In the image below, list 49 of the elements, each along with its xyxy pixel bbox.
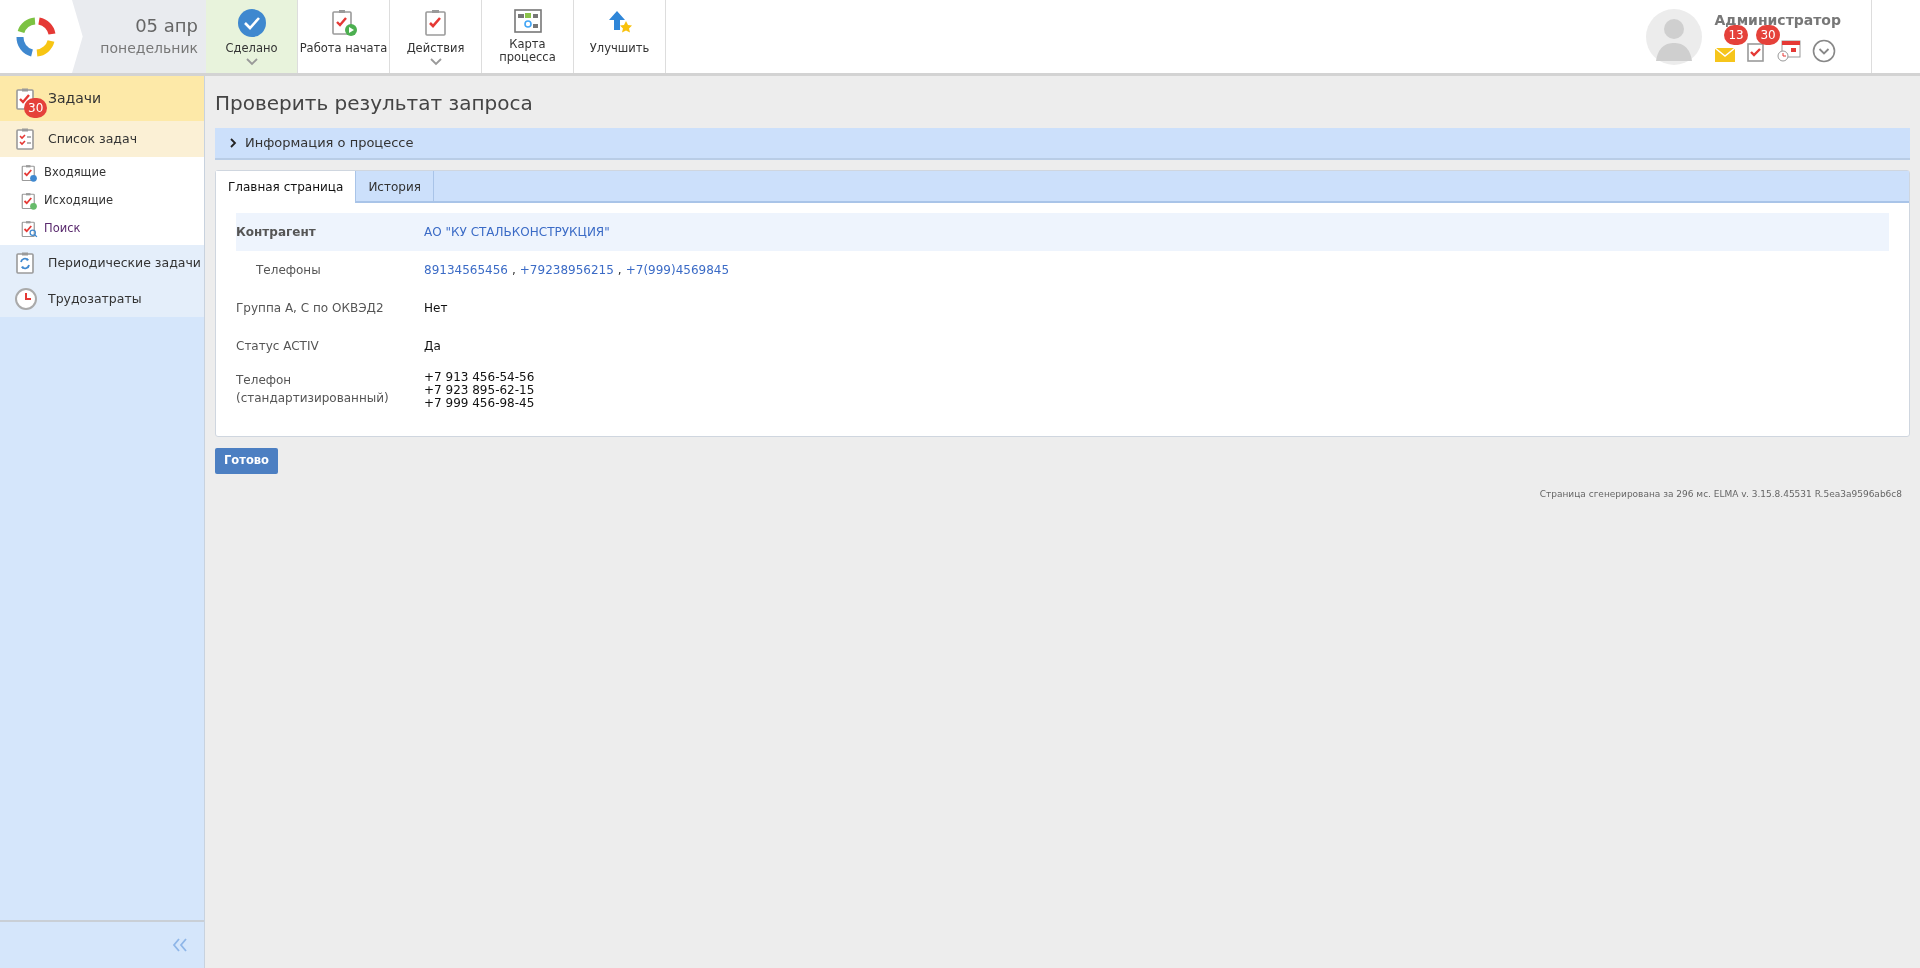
envelope-icon bbox=[1714, 47, 1737, 63]
field-link[interactable]: АО "КУ СТАЛЬКОНСТРУКЦИЯ" bbox=[424, 223, 610, 241]
clipboard-check-icon bbox=[1746, 41, 1767, 63]
chevron-icon bbox=[229, 138, 237, 148]
page-title: Проверить результат запроса bbox=[215, 90, 534, 117]
count-badge: 30 bbox=[1756, 25, 1780, 45]
done-button[interactable]: Готово bbox=[215, 447, 278, 474]
separator-text: , bbox=[511, 262, 517, 279]
field-link[interactable]: 89134565456 bbox=[424, 261, 508, 279]
field-value: +7 999 456-98-45 bbox=[424, 397, 535, 410]
toolbar-button[interactable]: Сделано bbox=[206, 0, 298, 73]
chevron-circle-icon[interactable] bbox=[1812, 39, 1837, 63]
toolbar-button[interactable]: Работа начата bbox=[298, 0, 390, 73]
tab[interactable]: Главная страница bbox=[216, 171, 357, 203]
field-value: +7 923 895-62-15 bbox=[424, 384, 535, 397]
sidebar-item[interactable]: Список задач bbox=[0, 121, 204, 157]
clipboard-search-icon bbox=[20, 220, 38, 238]
clock-icon bbox=[14, 287, 38, 311]
date-text: 05 апр bbox=[135, 14, 198, 38]
clipboard-outgoing-icon bbox=[20, 192, 38, 210]
sidebar-item[interactable]: Трудозатраты bbox=[0, 281, 204, 317]
process-map-icon bbox=[512, 8, 543, 34]
field-label: Телефон (стандартизированный) bbox=[236, 372, 390, 407]
sidebar-subitem[interactable]: Исходящие bbox=[0, 187, 204, 215]
clipboard-incoming-icon bbox=[20, 164, 38, 182]
sidebar-section-header[interactable]: 30 Задачи bbox=[0, 76, 204, 121]
field-value: +7 913 456-54-56 bbox=[424, 371, 535, 384]
caret-icon bbox=[245, 58, 258, 66]
field-value: Нет bbox=[424, 300, 448, 317]
field-link[interactable]: +7(999)4569845 bbox=[625, 261, 730, 279]
sidebar-subitem[interactable]: Поиск bbox=[0, 215, 204, 243]
field-label: Телефоны bbox=[255, 262, 322, 279]
tab[interactable]: История bbox=[356, 171, 434, 203]
caret-icon bbox=[429, 58, 442, 66]
footer-text: Страница сгенерирована за 296 мс. ELMA v. 3.15.8.45531 R.5ea3a9596ab6c8 bbox=[1539, 487, 1902, 501]
sidebar-item[interactable]: Периодические задачи bbox=[0, 245, 204, 281]
field-label: Группа А, С по ОКВЭД2 bbox=[236, 300, 385, 317]
field-label: Статус ACTIV bbox=[236, 338, 320, 355]
sidebar-subitem[interactable]: Входящие bbox=[0, 159, 204, 187]
field-label: Контрагент bbox=[236, 224, 317, 241]
field-value: Да bbox=[424, 338, 441, 355]
calendar-clock-icon[interactable] bbox=[1776, 39, 1803, 63]
section-title: Задачи bbox=[48, 89, 102, 108]
weekday-text: понедельник bbox=[100, 39, 198, 58]
count-badge: 30 bbox=[24, 98, 48, 118]
process-info-bar[interactable]: Информация о процессе bbox=[215, 128, 1910, 160]
separator-text: , bbox=[616, 262, 623, 279]
field-link[interactable]: +79238956215 bbox=[519, 261, 614, 279]
check-circle-icon bbox=[236, 8, 267, 38]
